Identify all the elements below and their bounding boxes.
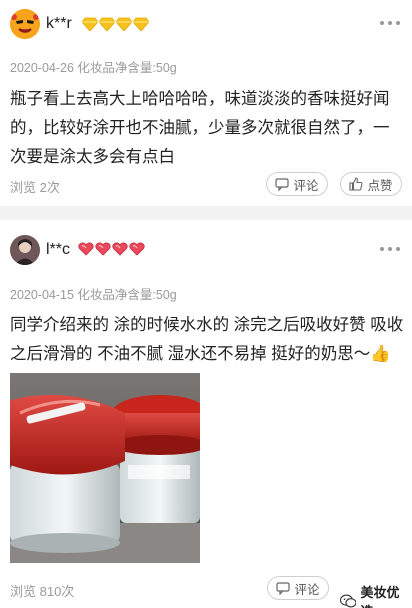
wechat-icon <box>340 594 357 608</box>
avatar-cartoon-icon <box>10 9 40 39</box>
like-label: 点赞 <box>367 178 393 193</box>
diamond-icon <box>82 17 98 31</box>
heart-icon <box>129 242 145 256</box>
view-count: 浏览 2次 <box>10 180 60 195</box>
review-text: 瓶子看上去高大上哈哈哈哈，味道淡淡的香味挺好闻的，比较好涂开也不油腻，少量多次就… <box>10 90 390 166</box>
comment-button[interactable]: 评论 <box>266 172 328 196</box>
more-options-icon[interactable] <box>380 20 400 26</box>
card-separator <box>0 206 412 220</box>
avatar[interactable] <box>10 9 40 39</box>
heart-icon <box>78 242 94 256</box>
view-count: 浏览 810次 <box>10 584 75 599</box>
like-button[interactable]: 点赞 <box>340 172 402 196</box>
review-meta: 2020-04-26 化妆品净含量:50g <box>10 61 177 75</box>
heart-icon <box>112 242 128 256</box>
username[interactable]: l**c <box>46 241 70 259</box>
review-meta: 2020-04-15 化妆品净含量:50g <box>10 288 177 302</box>
username[interactable]: k**r <box>46 15 72 33</box>
review-text: 同学介绍来的 涂的时候水水的 涂完之后吸收好赞 吸收之后滑滑的 不油不腻 湿水还… <box>10 316 404 363</box>
more-options-icon[interactable] <box>380 246 400 252</box>
review-card: l**c 2020-04-15 化妆品净含量:50g 同学介绍来的 涂的时候水水… <box>0 220 412 608</box>
comment-icon <box>275 178 290 191</box>
level-badges <box>78 242 145 256</box>
avatar[interactable] <box>10 235 40 265</box>
comment-button[interactable]: 评论 <box>267 576 329 600</box>
level-badges <box>82 17 149 31</box>
product-jars-image <box>10 373 200 563</box>
diamond-icon <box>133 17 149 31</box>
thumbs-up-icon <box>349 177 363 191</box>
watermark-label: 美妆优选 <box>360 585 400 608</box>
comment-label: 评论 <box>293 178 319 193</box>
diamond-icon <box>99 17 115 31</box>
diamond-icon <box>116 17 132 31</box>
review-card: k**r 2020-04-26 化妆品净含量:50g 瓶子看上去高大上哈哈哈哈，… <box>0 0 412 206</box>
review-photo[interactable] <box>10 373 200 563</box>
comment-label: 评论 <box>294 582 320 597</box>
avatar-photo-icon <box>10 235 40 265</box>
watermark: 美妆优选 <box>336 580 412 608</box>
heart-icon <box>95 242 111 256</box>
comment-icon <box>276 582 291 595</box>
